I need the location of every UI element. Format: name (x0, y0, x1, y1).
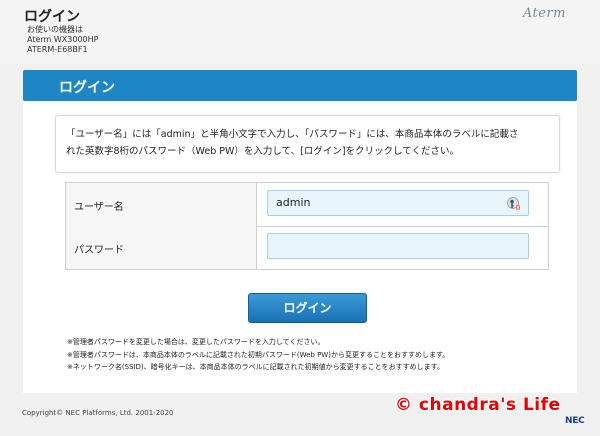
username-label-cell: ユーザー名 (66, 183, 257, 226)
password-input[interactable] (267, 233, 529, 259)
page-title: ログイン (24, 9, 80, 25)
watermark: © chandra's Life (395, 395, 561, 415)
username-input[interactable]: admin (267, 190, 529, 216)
copyright: Copyright© NEC Platforms, Ltd. 2001-2020 (22, 409, 174, 417)
username-row: ユーザー名 admin (66, 183, 548, 227)
instruction-box: 「ユーザー名」には「admin」と半角小文字で入力し、「パスワード」には、本商品… (55, 115, 560, 173)
note-line: ※管理者パスワードを変更した場合は、変更したパスワードを入力してください。 (67, 338, 325, 346)
device-model: Aterm WX3000HP (27, 35, 99, 44)
login-title-bar: ログイン (23, 70, 577, 101)
username-label: ユーザー名 (74, 202, 124, 213)
key-icon[interactable] (507, 196, 521, 210)
nec-logo: NEC (565, 416, 585, 426)
instruction-line-1: 「ユーザー名」には「admin」と半角小文字で入力し、「パスワード」には、本商品… (66, 129, 519, 140)
instruction-line-2: れた英数字8桁のパスワード（Web PW）を入力して、[ログイン]をクリックして… (66, 146, 459, 157)
password-label: パスワード (74, 245, 124, 256)
top-header: ログイン お使いの機器は Aterm WX3000HP ATERM-E68BF1… (0, 0, 600, 64)
password-label-cell: パスワード (66, 226, 257, 269)
device-info: お使いの機器は Aterm WX3000HP ATERM-E68BF1 (27, 25, 98, 55)
login-title-bar-label: ログイン (59, 80, 115, 96)
username-value: admin (276, 196, 311, 209)
note-line: ※ネットワーク名(SSID)、暗号化キーは、本商品本体のラベルに記載された初期値… (67, 363, 444, 371)
login-form: ユーザー名 admin パスワード (65, 182, 549, 270)
device-id: ATERM-E68BF1 (27, 45, 88, 54)
notes: ※管理者パスワードを変更した場合は、変更したパスワードを入力してください。 ※管… (67, 336, 567, 374)
device-caption: お使いの機器は (27, 25, 83, 34)
password-row: パスワード (66, 226, 548, 269)
aterm-logo: Aterm (522, 6, 566, 21)
instruction-text: 「ユーザー名」には「admin」と半角小文字で入力し、「パスワード」には、本商品… (66, 126, 554, 160)
note-line: ※管理者パスワードは、本商品本体のラベルに記載された初期パスワード(Web PW… (67, 350, 450, 359)
login-button[interactable]: ログイン (248, 293, 367, 323)
